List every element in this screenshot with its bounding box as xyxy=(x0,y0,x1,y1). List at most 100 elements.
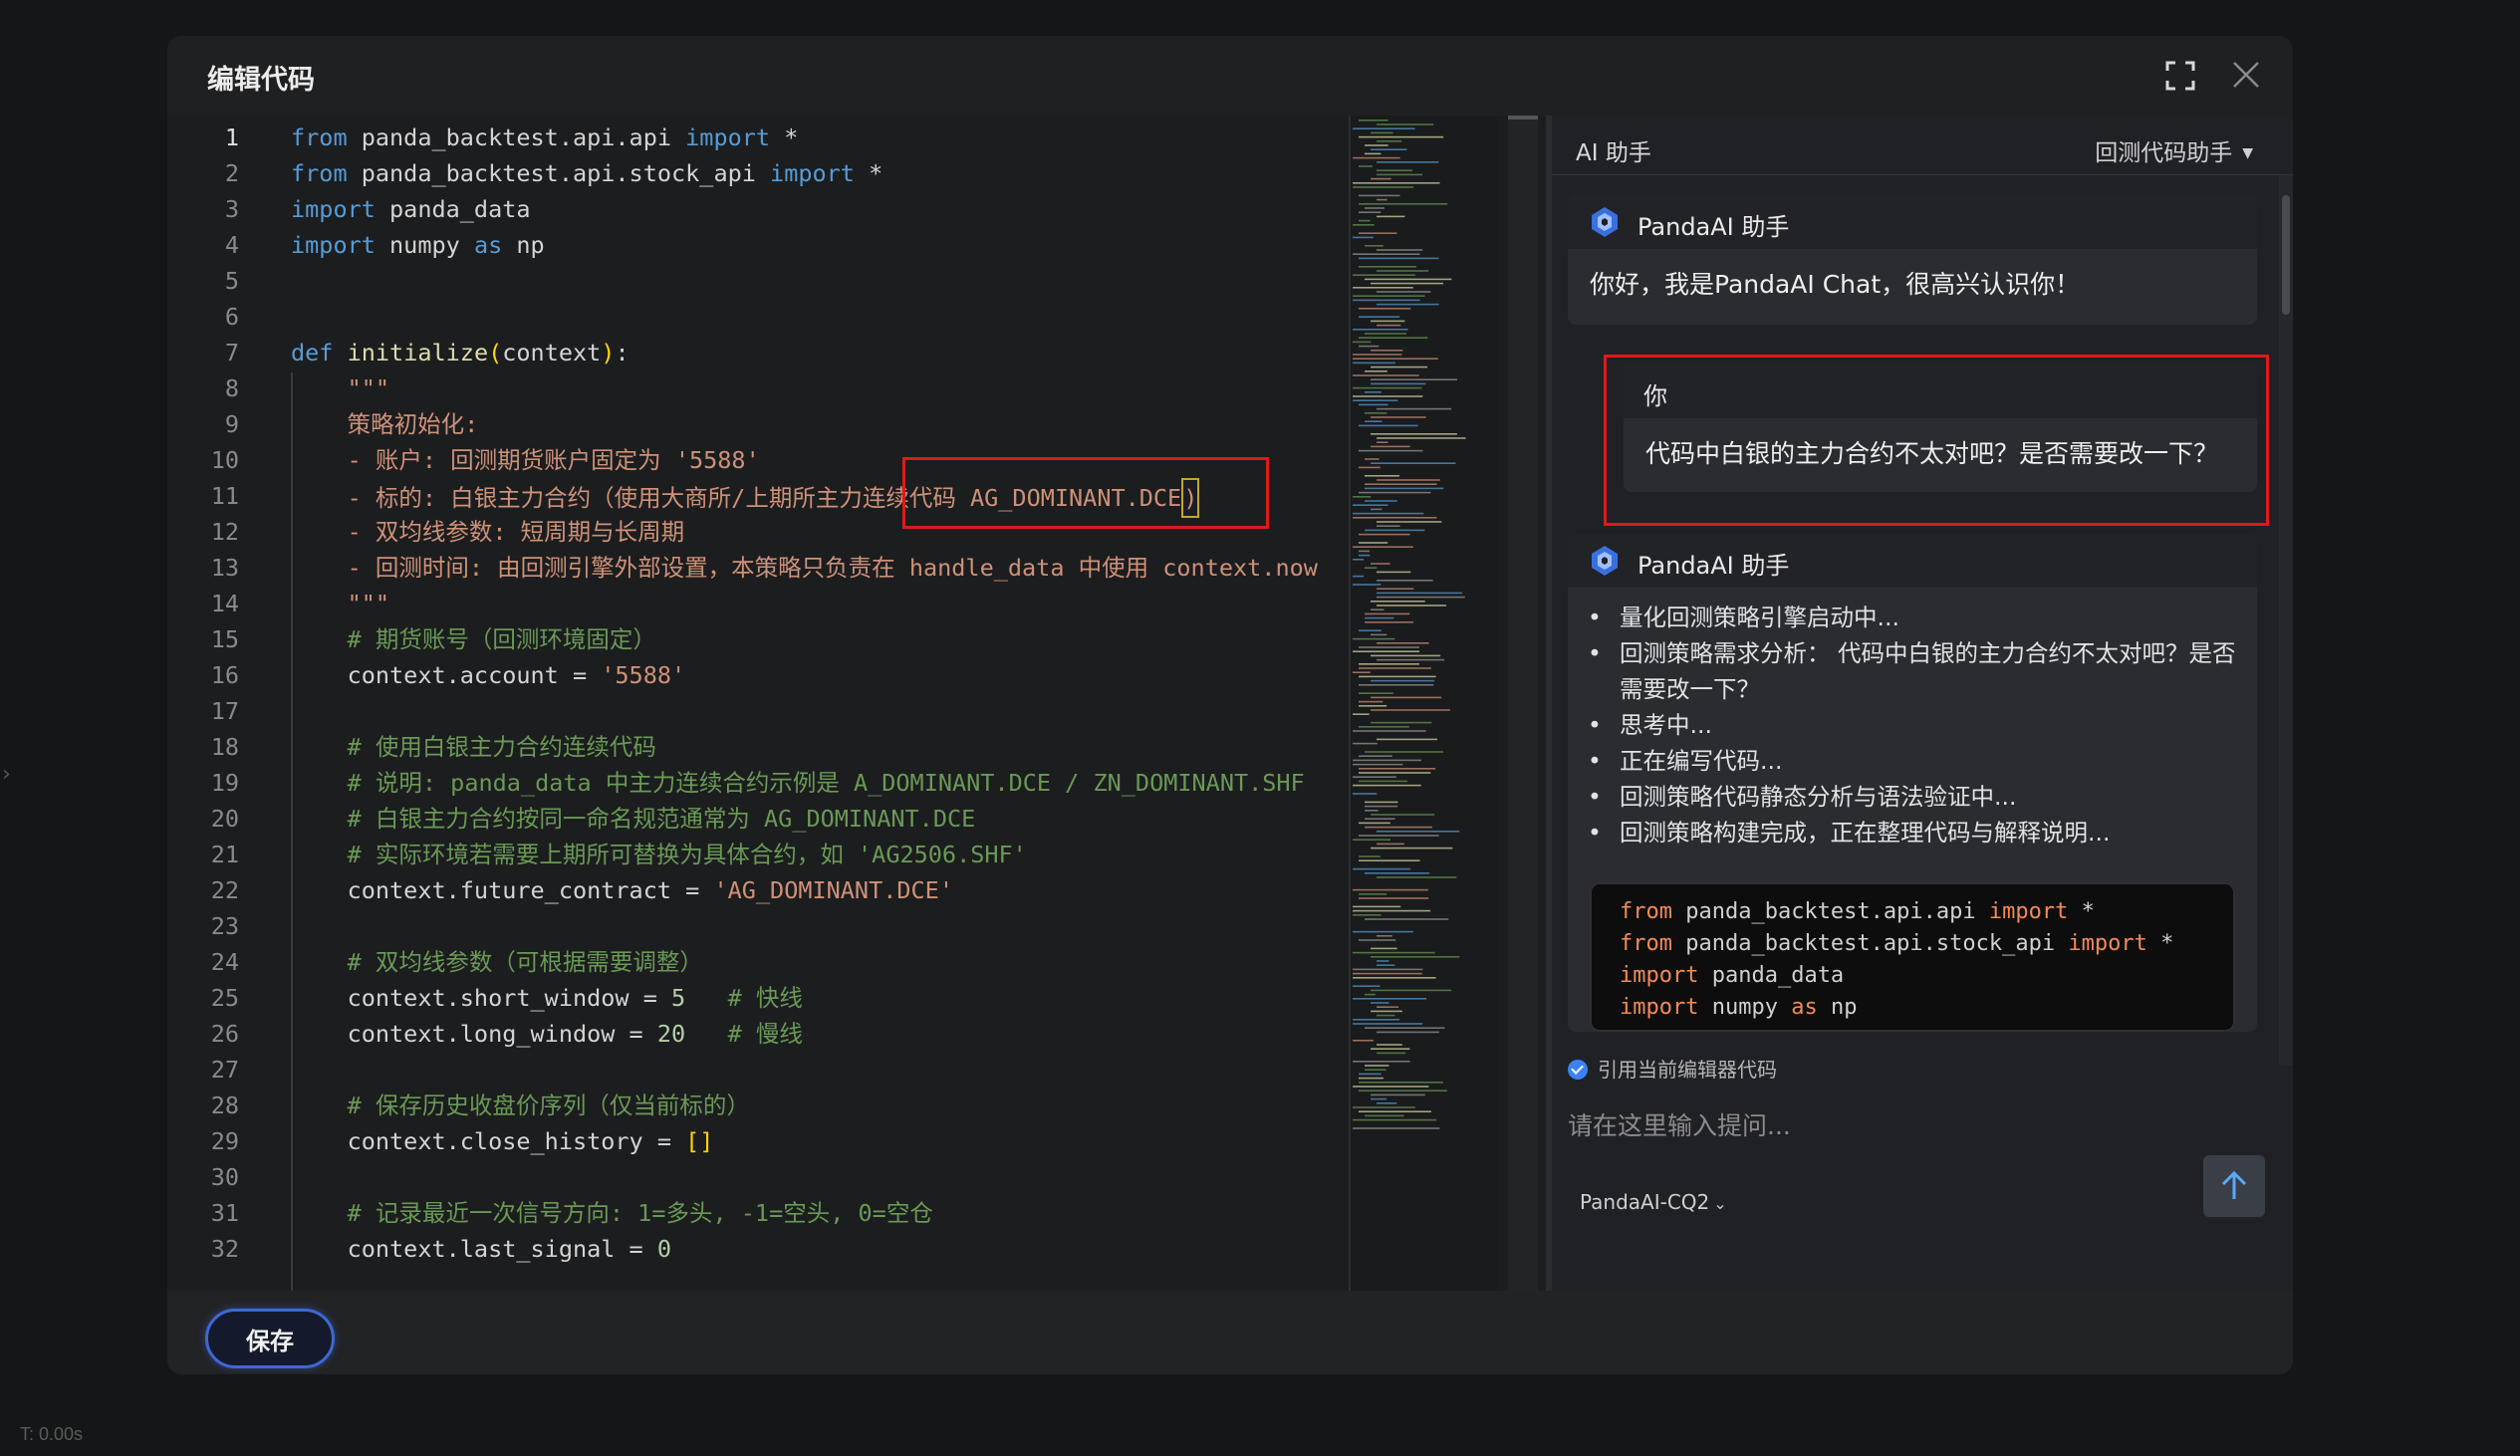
code-token: import xyxy=(291,231,376,259)
code-line[interactable]: 13 - 回测时间: 由回测引擎外部设置，本策略只负责在 handle_data… xyxy=(167,550,1347,586)
minimap-line xyxy=(1371,633,1387,636)
minimap-line xyxy=(1371,1002,1389,1004)
code-line[interactable]: 25 context.short_window = 5 # 快线 xyxy=(167,980,1347,1016)
minimap-line xyxy=(1359,554,1371,557)
arrow-up-icon xyxy=(2221,1170,2247,1199)
minimap-line xyxy=(1353,386,1422,389)
code-token: # 白银主力合约按同一命名规范通常为 AG_DOMINANT.DCE xyxy=(291,805,976,833)
minimap-line xyxy=(1365,412,1387,414)
code-line[interactable]: 5 xyxy=(167,263,1347,299)
minimap-line xyxy=(1353,784,1421,787)
checked-circle-icon[interactable] xyxy=(1568,1059,1588,1080)
code-line[interactable]: 21 # 实际环境若需要上期所可替换为具体合约，如 'AG2506.SHF' xyxy=(167,837,1347,872)
code-token: import xyxy=(770,159,855,187)
code-line[interactable]: 23 xyxy=(167,908,1347,944)
code-token: # 实际环境若需要上期所可替换为具体合约，如 'AG2506.SHF' xyxy=(291,841,1027,868)
minimap-line xyxy=(1353,1106,1416,1108)
minimap-line xyxy=(1365,1065,1389,1067)
preview-code-line: import panda_data xyxy=(1620,960,1844,992)
minimap-line xyxy=(1353,395,1423,397)
code-text: # 双均线参数（可根据需要调整） xyxy=(291,944,703,980)
minimap-line xyxy=(1353,224,1375,226)
code-lines[interactable]: 1 from panda_backtest.api.api import * 2 fr… xyxy=(167,116,1347,1291)
minimap-line xyxy=(1377,249,1423,251)
minimap-line xyxy=(1377,270,1429,272)
chat-scrollbar[interactable] xyxy=(2279,175,2293,1066)
code-line[interactable]: 14 """ xyxy=(167,586,1347,621)
code-line[interactable]: 32 context.last_signal = 0 xyxy=(167,1231,1347,1267)
code-editor[interactable]: 1 from panda_backtest.api.api import * 2 fr… xyxy=(167,116,1546,1291)
collapsed-panel-arrow-icon[interactable]: › xyxy=(2,762,11,787)
code-line[interactable]: 3 import panda_data xyxy=(167,191,1347,227)
progress-step: 思考中... xyxy=(1588,707,2237,743)
code-line[interactable]: 22 context.future_contract = 'AG_DOMINAN… xyxy=(167,872,1347,908)
bot-name: PandaAI 助手 xyxy=(1638,213,1790,241)
model-select[interactable]: PandaAI-CQ2 ⌄ xyxy=(1580,1190,1727,1214)
code-text: from panda_backtest.api.api import * xyxy=(291,120,798,155)
minimap-line xyxy=(1359,646,1419,648)
minimap-line xyxy=(1377,123,1434,125)
code-token: 0 xyxy=(656,1235,672,1263)
minimap-line xyxy=(1371,320,1405,323)
code-line[interactable]: 7 def initialize(context): xyxy=(167,335,1347,370)
editor-scrollbar-thumb[interactable] xyxy=(1508,116,1538,120)
generated-code-preview[interactable]: from panda_backtest.api.api import * from… xyxy=(1590,882,2235,1032)
minimap-line xyxy=(1377,198,1387,201)
minimap-line xyxy=(1371,654,1441,657)
code-line[interactable]: 27 xyxy=(167,1052,1347,1088)
minimap-line xyxy=(1359,1082,1443,1084)
code-line[interactable]: 2 from panda_backtest.api.stock_api impor… xyxy=(167,155,1347,191)
code-token: as xyxy=(473,231,503,259)
minimap-line xyxy=(1353,182,1440,184)
line-number: 12 xyxy=(210,518,239,546)
minimap-line xyxy=(1353,985,1381,987)
code-line[interactable]: 31 # 记录最近一次信号方向: 1=多头, -1=空头, 0=空仓 xyxy=(167,1195,1347,1231)
minimap-line xyxy=(1359,257,1439,260)
line-number: 5 xyxy=(224,267,239,295)
minimap-preview xyxy=(1353,120,1466,1129)
reference-editor-code-option[interactable]: 引用当前编辑器代码 xyxy=(1568,1054,1777,1084)
code-line[interactable]: 9 策略初始化: xyxy=(167,406,1347,442)
assistant-mode-select[interactable]: 回测代码助手 ▼ xyxy=(2095,133,2253,167)
minimap-line xyxy=(1371,382,1426,385)
minimap-line xyxy=(1365,826,1433,829)
code-line[interactable]: 16 context.account = '5588' xyxy=(167,657,1347,693)
code-line[interactable]: 29 context.close_history = [] xyxy=(167,1123,1347,1159)
code-line[interactable]: 15 # 期货账号（回测环境固定） xyxy=(167,621,1347,657)
code-line[interactable]: 17 xyxy=(167,693,1347,729)
minimap-line xyxy=(1377,303,1439,306)
progress-steps-list: 量化回测策略引擎启动中...回测策略需求分析： 代码中白银的主力合约不太对吧？是… xyxy=(1568,588,2257,850)
code-token: 5 xyxy=(671,984,686,1012)
minimap-line xyxy=(1359,135,1444,138)
question-input[interactable] xyxy=(1568,1101,2265,1149)
minimap-line xyxy=(1365,207,1386,209)
minimap-line xyxy=(1371,721,1432,724)
minimap-line xyxy=(1353,1127,1440,1129)
code-line[interactable]: 4 import numpy as np xyxy=(167,227,1347,263)
minimap-line xyxy=(1365,993,1376,996)
save-button[interactable]: 保存 xyxy=(205,1309,335,1368)
progress-step: 回测策略需求分析： 代码中白银的主力合约不太对吧？是否需要改一下？ xyxy=(1588,635,2237,707)
editor-scrollbar[interactable] xyxy=(1508,116,1538,1291)
code-line[interactable]: 30 xyxy=(167,1159,1347,1195)
code-line[interactable]: 28 # 保存历史收盘价序列（仅当前标的） xyxy=(167,1088,1347,1123)
minimap-line xyxy=(1359,939,1396,941)
code-line[interactable]: 19 # 说明: panda_data 中主力连续合约示例是 A_DOMINAN… xyxy=(167,765,1347,801)
code-line[interactable]: 18 # 使用白银主力合约连续代码 xyxy=(167,729,1347,765)
minimap-line xyxy=(1353,575,1365,578)
code-token: # 说明: panda_data 中主力连续合约示例是 A_DOMINANT.D… xyxy=(291,769,1305,797)
code-line[interactable]: 6 xyxy=(167,299,1347,335)
code-line[interactable]: 26 context.long_window = 20 # 慢线 xyxy=(167,1016,1347,1052)
minimap-line xyxy=(1359,1077,1384,1080)
code-line[interactable]: 1 from panda_backtest.api.api import * xyxy=(167,120,1347,155)
fullscreen-icon[interactable] xyxy=(2165,61,2195,91)
minimap-line xyxy=(1377,1006,1399,1008)
code-token: 'AG_DOMINANT.DCE' xyxy=(713,876,953,904)
chat-scrollbar-thumb[interactable] xyxy=(2282,195,2290,315)
code-line[interactable]: 20 # 白银主力合约按同一命名规范通常为 AG_DOMINANT.DCE xyxy=(167,801,1347,837)
send-button[interactable] xyxy=(2203,1155,2265,1217)
close-icon[interactable] xyxy=(2229,58,2263,92)
code-line[interactable]: 8 """ xyxy=(167,370,1347,406)
code-minimap[interactable] xyxy=(1349,116,1498,1291)
code-line[interactable]: 24 # 双均线参数（可根据需要调整） xyxy=(167,944,1347,980)
